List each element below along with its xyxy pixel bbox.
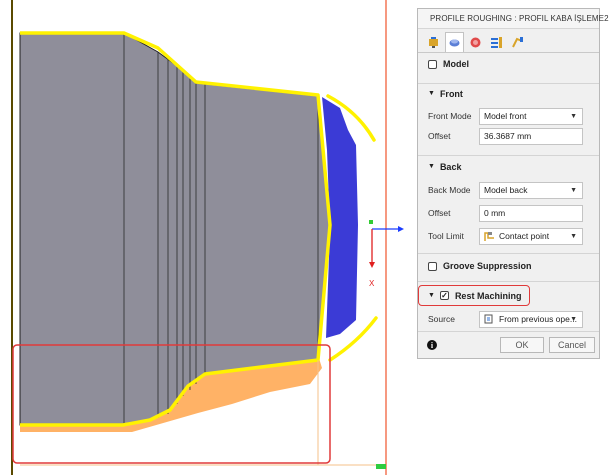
front-mode-row: Front Mode Model front ▼ (418, 106, 599, 126)
previous-operation-icon (484, 314, 493, 323)
model-label: Model (443, 59, 469, 69)
back-offset-value: 0 mm (484, 208, 506, 218)
front-mode-select[interactable]: Model front ▼ (479, 107, 583, 125)
back-section-header[interactable]: ▼ Back (418, 158, 599, 175)
dropdown-caret-icon: ▼ (570, 315, 577, 323)
back-offset-input[interactable]: 0 mm (479, 204, 583, 222)
tool-limit-row: Tool Limit Contact point ▼ (418, 226, 599, 246)
axis-x-label: X (369, 279, 375, 288)
front-mode-value: Model front (484, 111, 527, 121)
source-value: From previous ope... (499, 314, 577, 324)
dialog-titlebar[interactable]: PROFILE ROUGHING : PROFIL KABA İŞLEME2 (418, 9, 609, 29)
front-offset-input[interactable]: 36.3687 mm (479, 127, 583, 145)
groove-suppression-checkbox[interactable] (428, 261, 437, 271)
dropdown-caret-icon: ▼ (570, 186, 577, 194)
groove-suppression-label: Groove Suppression (443, 261, 532, 271)
dialog-title: PROFILE ROUGHING : PROFIL KABA İŞLEME2 (430, 14, 609, 23)
front-offset-label: Offset (428, 131, 451, 141)
front-offset-row: Offset 36.3687 mm (418, 126, 599, 146)
front-section-header[interactable]: ▼ Front (418, 85, 599, 102)
ok-button[interactable]: OK (500, 337, 544, 353)
origin-marker (376, 464, 386, 469)
source-select[interactable]: From previous ope... ▼ (479, 310, 583, 328)
cancel-button[interactable]: Cancel (549, 337, 595, 353)
divider (418, 331, 599, 332)
dropdown-caret-icon: ▼ (570, 112, 577, 120)
source-row: Source From previous ope... ▼ (418, 309, 599, 329)
divider (418, 155, 599, 156)
tool-limit-select[interactable]: Contact point ▼ (479, 227, 583, 245)
back-mode-row: Back Mode Model back ▼ (418, 180, 599, 200)
back-mode-label: Back Mode (428, 185, 471, 195)
divider (418, 83, 599, 84)
back-mode-value: Model back (484, 185, 528, 195)
back-mode-select[interactable]: Model back ▼ (479, 181, 583, 199)
collapse-triangle-icon: ▼ (428, 163, 435, 170)
passes-tab-icon[interactable] (487, 32, 506, 52)
back-offset-label: Offset (428, 208, 451, 218)
profile-roughing-dialog: PROFILE ROUGHING : PROFIL KABA İŞLEME2 M… (417, 8, 609, 359)
geometry-tab-icon[interactable] (445, 32, 464, 52)
divider (418, 253, 599, 254)
tool-limit-label: Tool Limit (428, 231, 464, 241)
model-checkbox[interactable] (428, 59, 437, 69)
front-offset-value: 36.3687 mm (484, 131, 532, 141)
dropdown-caret-icon: ▼ (570, 232, 577, 240)
heights-tab-icon[interactable] (466, 32, 485, 52)
divider (418, 281, 599, 282)
linking-tab-icon[interactable] (508, 32, 527, 52)
model-row: Model (418, 54, 599, 74)
rest-machining-highlight (418, 285, 530, 306)
front-mode-label: Front Mode (428, 111, 472, 121)
info-icon[interactable]: i (427, 340, 437, 350)
tool-limit-value: Contact point (499, 231, 550, 241)
dialog-footer: i OK Cancel (418, 336, 599, 356)
back-offset-row: Offset 0 mm (418, 203, 599, 223)
source-label: Source (428, 314, 455, 324)
groove-suppression-row: Groove Suppression (418, 256, 599, 276)
dialog-tabs (418, 28, 599, 53)
front-header-label: Front (439, 88, 463, 99)
collapse-triangle-icon: ▼ (428, 90, 435, 97)
contact-point-icon (484, 231, 494, 241)
back-header-label: Back (439, 161, 462, 172)
tool-tab-icon[interactable] (424, 32, 443, 52)
